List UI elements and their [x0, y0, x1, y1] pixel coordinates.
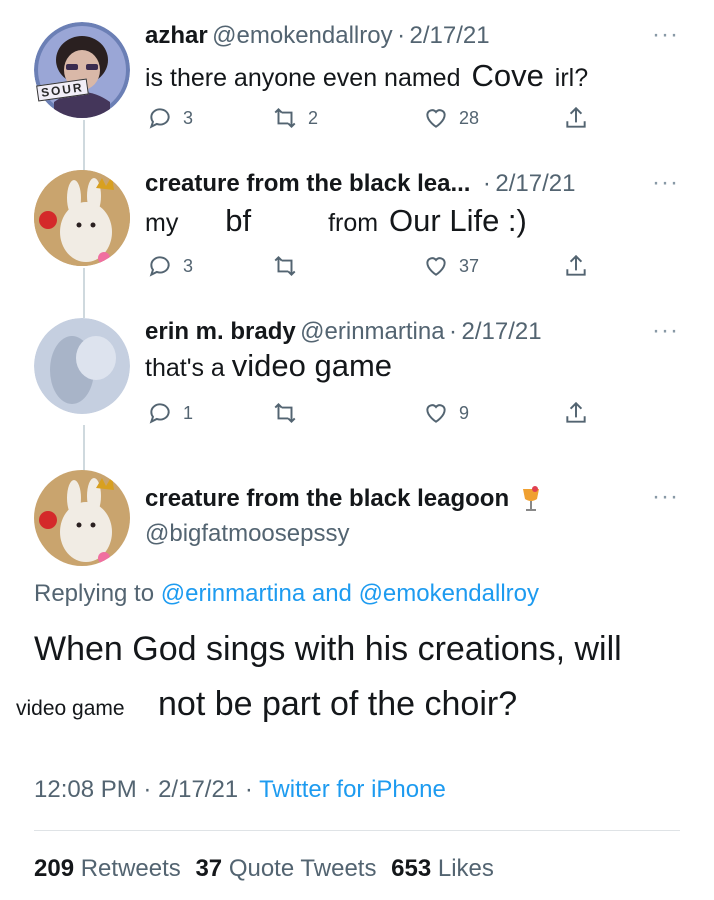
- main-tweet-text-line2: not be part of the choir?: [158, 685, 518, 723]
- share-button[interactable]: [563, 253, 599, 279]
- tweet-text: my bf from Our Life :): [145, 203, 527, 238]
- retweet-icon: [274, 107, 296, 129]
- avatar[interactable]: [34, 170, 130, 266]
- thread-line: [83, 425, 85, 473]
- quote-tweets-stat[interactable]: 37 Quote Tweets: [195, 855, 383, 882]
- retweet-icon: [274, 255, 296, 277]
- user-handle[interactable]: @erinmartina: [300, 318, 444, 345]
- tweet-source-link[interactable]: Twitter for iPhone: [259, 776, 446, 803]
- tweet-stats: 209 Retweets 37 Quote Tweets 653 Likes: [34, 855, 494, 883]
- display-name[interactable]: creature from the black lea...: [145, 170, 470, 197]
- user-handle[interactable]: @emokendallroy: [212, 22, 392, 49]
- like-button[interactable]: 9: [423, 400, 469, 426]
- separator-dot: ·: [449, 318, 458, 345]
- retweet-button[interactable]: 2: [272, 105, 318, 131]
- more-icon[interactable]: ···: [652, 319, 679, 343]
- retweet-button[interactable]: [272, 400, 308, 426]
- avatar[interactable]: [34, 470, 130, 566]
- tweet-date: 2/17/21: [158, 776, 239, 803]
- cocktail-emoji-icon: [520, 485, 542, 518]
- more-icon[interactable]: ···: [652, 171, 679, 195]
- separator-dot: ·: [482, 170, 491, 197]
- separator-dot: ·: [397, 22, 406, 49]
- display-name[interactable]: creature from the black leagoon: [145, 485, 509, 512]
- share-icon: [566, 254, 586, 276]
- replying-to: Replying to @erinmartina and @emokendall…: [34, 580, 540, 607]
- reply-icon: [149, 403, 170, 424]
- more-icon[interactable]: ···: [652, 485, 679, 509]
- like-icon: [426, 257, 446, 276]
- like-button[interactable]: 37: [423, 253, 479, 279]
- user-handle[interactable]: @bigfatmoosepssy: [145, 520, 349, 548]
- share-icon: [566, 401, 586, 423]
- retweets-stat[interactable]: 209 Retweets: [34, 855, 187, 882]
- reply-button[interactable]: 3: [147, 253, 193, 279]
- tweet-text: is there anyone even named Cove irl?: [145, 58, 589, 93]
- main-tweet-header: creature from the black leagoon: [145, 485, 542, 518]
- like-button[interactable]: 28: [423, 105, 479, 131]
- display-name[interactable]: azhar: [145, 22, 208, 49]
- thread-line: [83, 120, 85, 170]
- avatar[interactable]: [34, 22, 130, 118]
- avatar[interactable]: [34, 318, 130, 414]
- tweet-time: 12:08 PM: [34, 776, 137, 803]
- reply-icon: [149, 256, 170, 277]
- tweet-header: erin m. brady @erinmartina · 2/17/21: [145, 318, 542, 346]
- share-icon: [566, 106, 586, 128]
- retweet-button[interactable]: [272, 253, 308, 279]
- divider: [34, 830, 680, 831]
- reply-button[interactable]: 1: [147, 400, 193, 426]
- mention-link[interactable]: @erinmartina: [161, 580, 305, 607]
- tweet-header: azhar @emokendallroy · 2/17/21: [145, 22, 490, 50]
- likes-stat[interactable]: 653 Likes: [391, 855, 494, 882]
- mention-link[interactable]: @emokendallroy: [359, 580, 539, 607]
- overlay-text: video game: [16, 697, 125, 720]
- thread-line: [83, 268, 85, 318]
- share-button[interactable]: [563, 105, 599, 131]
- reply-button[interactable]: 3: [147, 105, 193, 131]
- more-icon[interactable]: ···: [652, 23, 679, 47]
- tweet-date[interactable]: 2/17/21: [462, 318, 542, 345]
- display-name[interactable]: erin m. brady: [145, 318, 296, 345]
- like-icon: [426, 404, 446, 423]
- share-button[interactable]: [563, 400, 599, 426]
- like-icon: [426, 109, 446, 128]
- retweet-icon: [274, 402, 296, 424]
- tweet-date[interactable]: 2/17/21: [495, 170, 575, 197]
- reply-icon: [149, 108, 170, 129]
- tweet-meta: 12:08 PM · 2/17/21 · Twitter for iPhone: [34, 776, 446, 803]
- tweet-date[interactable]: 2/17/21: [410, 22, 490, 49]
- tweet-header: creature from the black lea... · 2/17/21: [145, 170, 575, 198]
- main-tweet-text-line1: When God sings with his creations, will: [34, 630, 622, 668]
- tweet-text: that's a video game: [145, 348, 393, 383]
